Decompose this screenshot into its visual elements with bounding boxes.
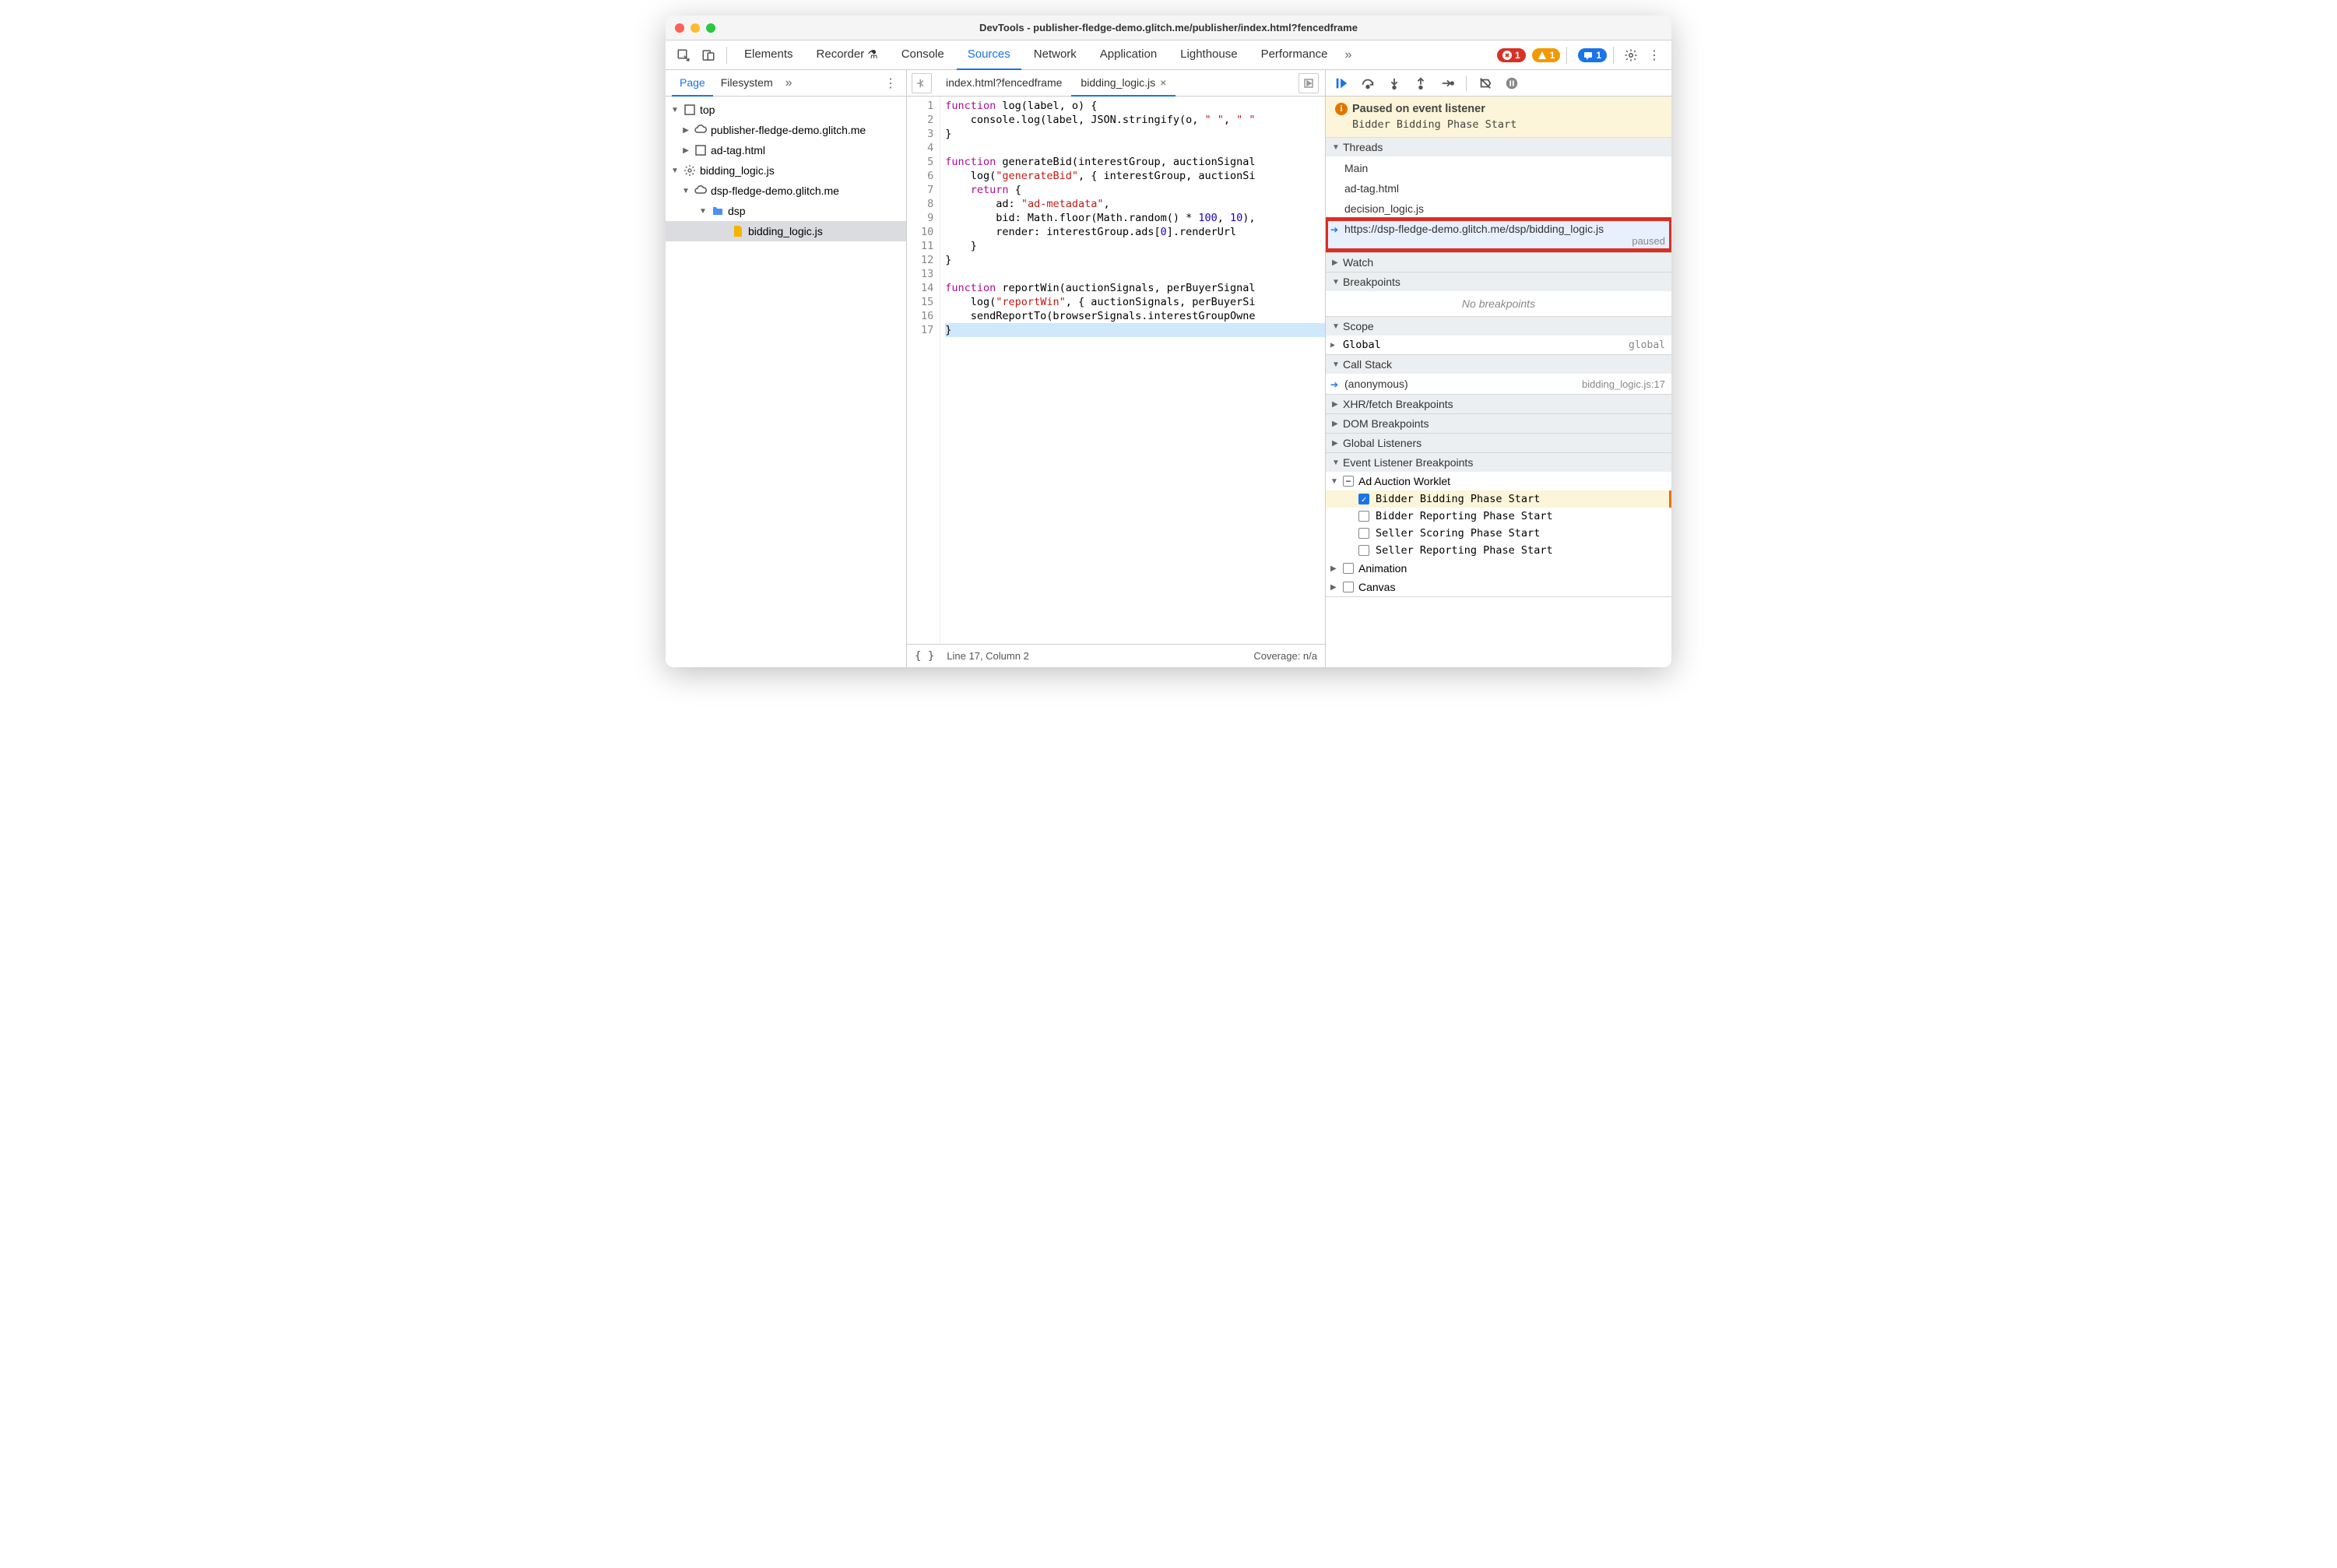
tab-elements[interactable]: Elements — [733, 40, 804, 70]
tree-item-domain2[interactable]: ▼dsp-fledge-demo.glitch.me — [666, 181, 906, 201]
close-window-button[interactable] — [675, 23, 684, 33]
inspect-element-icon[interactable] — [672, 44, 695, 67]
kebab-menu-icon[interactable]: ⋮ — [1643, 44, 1665, 66]
file-tree: ▼top ▶publisher-fledge-demo.glitch.me ▶a… — [666, 97, 906, 667]
checkbox[interactable] — [1343, 582, 1354, 592]
debugger-pane: iPaused on event listener Bidder Bidding… — [1326, 70, 1671, 667]
event-group-canvas[interactable]: ▶Canvas — [1326, 578, 1671, 596]
minimize-window-button[interactable] — [691, 23, 700, 33]
tree-item-top[interactable]: ▼top — [666, 100, 906, 120]
threads-header[interactable]: ▼Threads — [1326, 138, 1671, 156]
tab-recorder[interactable]: Recorder⚗ — [806, 40, 889, 70]
thread-item-current[interactable]: ➔ https://dsp-fledge-demo.glitch.me/dsp/… — [1326, 219, 1671, 251]
close-tab-icon[interactable]: × — [1160, 76, 1166, 89]
thread-item[interactable]: Main — [1326, 158, 1671, 178]
current-thread-arrow-icon: ➔ — [1330, 224, 1338, 235]
more-tabs-icon[interactable]: » — [1340, 48, 1356, 62]
warning-count-badge[interactable]: 1 — [1532, 48, 1561, 62]
pause-on-exceptions-icon[interactable] — [1502, 74, 1521, 93]
dom-breakpoints-header[interactable]: ▶DOM Breakpoints — [1326, 414, 1671, 433]
tab-lighthouse[interactable]: Lighthouse — [1169, 40, 1248, 70]
event-listener-item[interactable]: Bidder Bidding Phase Start — [1326, 490, 1671, 508]
step-out-icon[interactable] — [1411, 74, 1430, 93]
code-editor[interactable]: 1234567891011121314151617 function log(l… — [907, 97, 1325, 644]
checkbox[interactable] — [1358, 511, 1369, 522]
event-listener-item[interactable]: Bidder Reporting Phase Start — [1326, 508, 1671, 525]
device-toolbar-icon[interactable] — [697, 44, 720, 67]
xhr-breakpoints-header[interactable]: ▶XHR/fetch Breakpoints — [1326, 395, 1671, 413]
watch-header[interactable]: ▶Watch — [1326, 253, 1671, 272]
checkbox[interactable] — [1343, 563, 1354, 574]
tree-item-adtag[interactable]: ▶ad-tag.html — [666, 140, 906, 160]
frame-icon — [694, 143, 708, 157]
editor-tab-bidding-logic[interactable]: bidding_logic.js× — [1071, 70, 1176, 97]
tree-item-worklet[interactable]: ▼bidding_logic.js — [666, 160, 906, 181]
tree-item-domain1[interactable]: ▶publisher-fledge-demo.glitch.me — [666, 120, 906, 140]
format-code-icon[interactable]: { } — [915, 650, 934, 663]
checkbox-group[interactable] — [1343, 476, 1354, 487]
coverage-status: Coverage: n/a — [1253, 650, 1317, 662]
thread-item[interactable]: ad-tag.html — [1326, 178, 1671, 199]
global-listeners-header[interactable]: ▶Global Listeners — [1326, 434, 1671, 452]
current-frame-arrow-icon: ➔ — [1330, 379, 1338, 390]
callstack-header[interactable]: ▼Call Stack — [1326, 355, 1671, 374]
checkbox[interactable] — [1358, 545, 1369, 556]
sidebar-tab-page[interactable]: Page — [672, 70, 713, 97]
resume-button[interactable] — [1332, 74, 1351, 93]
sidebar-more-tabs-icon[interactable]: » — [781, 76, 797, 90]
step-icon[interactable] — [1438, 74, 1457, 93]
gear-icon — [683, 163, 697, 178]
callstack-frame[interactable]: ➔ (anonymous) bidding_logic.js:17 — [1326, 374, 1671, 394]
editor-tab-index[interactable]: index.html?fencedframe — [937, 70, 1071, 97]
paused-banner: iPaused on event listener Bidder Bidding… — [1326, 97, 1671, 138]
tab-sources[interactable]: Sources — [957, 40, 1021, 70]
step-into-icon[interactable] — [1385, 74, 1404, 93]
sidebar-tab-filesystem[interactable]: Filesystem — [713, 70, 781, 97]
event-group-animation[interactable]: ▶Animation — [1326, 559, 1671, 578]
deactivate-breakpoints-icon[interactable] — [1476, 74, 1495, 93]
titlebar: DevTools - publisher-fledge-demo.glitch.… — [666, 16, 1671, 40]
error-count-badge[interactable]: 1 — [1497, 48, 1526, 62]
cursor-position: Line 17, Column 2 — [947, 650, 1029, 662]
step-over-icon[interactable] — [1358, 74, 1377, 93]
run-snippet-icon[interactable] — [1299, 73, 1319, 93]
checkbox[interactable] — [1358, 528, 1369, 539]
file-icon — [731, 224, 745, 238]
event-listener-bp-header[interactable]: ▼Event Listener Breakpoints — [1326, 453, 1671, 472]
thread-item[interactable]: decision_logic.js — [1326, 199, 1671, 219]
frame-icon — [683, 103, 697, 117]
tab-network[interactable]: Network — [1023, 40, 1088, 70]
breakpoints-header[interactable]: ▼Breakpoints — [1326, 272, 1671, 291]
nav-back-icon[interactable] — [912, 73, 932, 93]
sidebar-kebab-icon[interactable]: ⋮ — [881, 72, 900, 94]
zoom-window-button[interactable] — [706, 23, 715, 33]
event-listener-item[interactable]: Seller Reporting Phase Start — [1326, 542, 1671, 559]
tab-application[interactable]: Application — [1089, 40, 1168, 70]
breakpoints-empty: No breakpoints — [1326, 291, 1671, 316]
settings-gear-icon[interactable] — [1620, 44, 1642, 66]
window-title: DevTools - publisher-fledge-demo.glitch.… — [979, 22, 1358, 33]
event-group-ad-auction[interactable]: ▼Ad Auction Worklet — [1326, 472, 1671, 490]
info-icon: i — [1335, 103, 1348, 115]
tab-console[interactable]: Console — [891, 40, 955, 70]
cloud-icon — [694, 123, 708, 137]
tree-item-folder-dsp[interactable]: ▼dsp — [666, 201, 906, 221]
event-listener-item[interactable]: Seller Scoring Phase Start — [1326, 525, 1671, 542]
folder-icon — [711, 204, 725, 218]
message-count-badge[interactable]: 1 — [1578, 48, 1607, 62]
checkbox[interactable] — [1358, 494, 1369, 505]
scope-global[interactable]: ▶Globalglobal — [1326, 336, 1671, 354]
beaker-icon: ⚗ — [867, 47, 877, 62]
editor-statusbar: { } Line 17, Column 2 Coverage: n/a — [907, 644, 1325, 667]
scope-header[interactable]: ▼Scope — [1326, 317, 1671, 336]
cloud-icon — [694, 184, 708, 198]
tree-item-bidding-logic[interactable]: bidding_logic.js — [666, 221, 906, 241]
editor-area: index.html?fencedframe bidding_logic.js×… — [907, 70, 1326, 667]
sources-sidebar: Page Filesystem » ⋮ ▼top ▶publisher-fled… — [666, 70, 907, 667]
main-tab-bar: Elements Recorder⚗ Console Sources Netwo… — [666, 40, 1671, 70]
tab-performance[interactable]: Performance — [1250, 40, 1339, 70]
